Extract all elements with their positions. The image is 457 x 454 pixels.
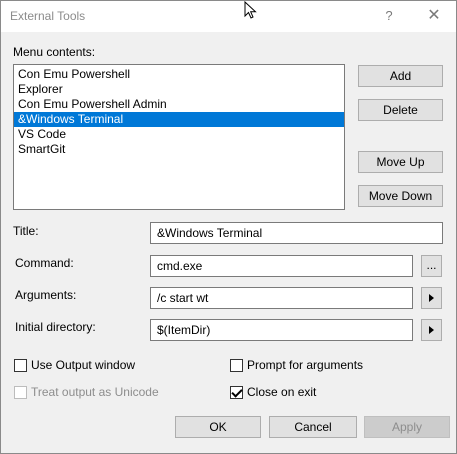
arrow-right-icon — [429, 326, 434, 334]
treat-output-unicode-label: Treat output as Unicode — [31, 385, 159, 399]
move-up-button[interactable]: Move Up — [358, 151, 443, 173]
delete-button[interactable]: Delete — [358, 99, 443, 121]
browse-button[interactable]: ... — [421, 255, 442, 277]
command-label: Command: — [15, 256, 74, 270]
initial-directory-menu-button[interactable] — [421, 319, 442, 341]
list-item[interactable]: Explorer — [14, 82, 344, 97]
list-item[interactable]: VS Code — [14, 127, 344, 142]
close-on-exit-label[interactable]: Close on exit — [247, 385, 316, 399]
external-tools-dialog: External Tools ? ✕ Menu contents: Con Em… — [0, 0, 457, 454]
cancel-button[interactable]: Cancel — [269, 416, 357, 438]
menu-contents-listbox[interactable]: Con Emu Powershell Explorer Con Emu Powe… — [13, 64, 345, 210]
menu-contents-label: Menu contents: — [13, 45, 96, 59]
initial-directory-input[interactable]: $(ItemDir) — [150, 319, 413, 341]
close-button[interactable]: ✕ — [424, 7, 444, 25]
prompt-for-arguments-label[interactable]: Prompt for arguments — [247, 358, 363, 372]
initial-directory-label: Initial directory: — [15, 320, 96, 334]
list-item-selected[interactable]: &Windows Terminal — [14, 112, 344, 127]
title-bar[interactable]: External Tools ? ✕ — [1, 1, 456, 32]
prompt-for-arguments-checkbox[interactable] — [230, 359, 243, 372]
title-input[interactable]: &Windows Terminal — [150, 222, 443, 244]
title-label: Title: — [13, 224, 39, 238]
use-output-window-checkbox[interactable] — [14, 359, 27, 372]
command-input[interactable]: cmd.exe — [150, 255, 413, 277]
ok-button[interactable]: OK — [175, 416, 261, 438]
move-down-button[interactable]: Move Down — [358, 185, 443, 207]
help-button[interactable]: ? — [379, 7, 399, 25]
add-button[interactable]: Add — [358, 65, 443, 87]
list-item[interactable]: Con Emu Powershell — [14, 67, 344, 82]
arguments-input[interactable]: /c start wt — [150, 287, 413, 309]
use-output-window-label[interactable]: Use Output window — [31, 358, 135, 372]
arguments-label: Arguments: — [15, 288, 77, 302]
mouse-cursor-icon — [244, 1, 257, 19]
apply-button: Apply — [364, 416, 450, 438]
treat-output-unicode-checkbox — [14, 386, 27, 399]
list-item[interactable]: Con Emu Powershell Admin — [14, 97, 344, 112]
arrow-right-icon — [429, 294, 434, 302]
arguments-menu-button[interactable] — [421, 287, 442, 309]
close-on-exit-checkbox[interactable] — [230, 386, 243, 399]
window-title: External Tools — [10, 9, 86, 23]
list-item[interactable]: SmartGit — [14, 142, 344, 157]
